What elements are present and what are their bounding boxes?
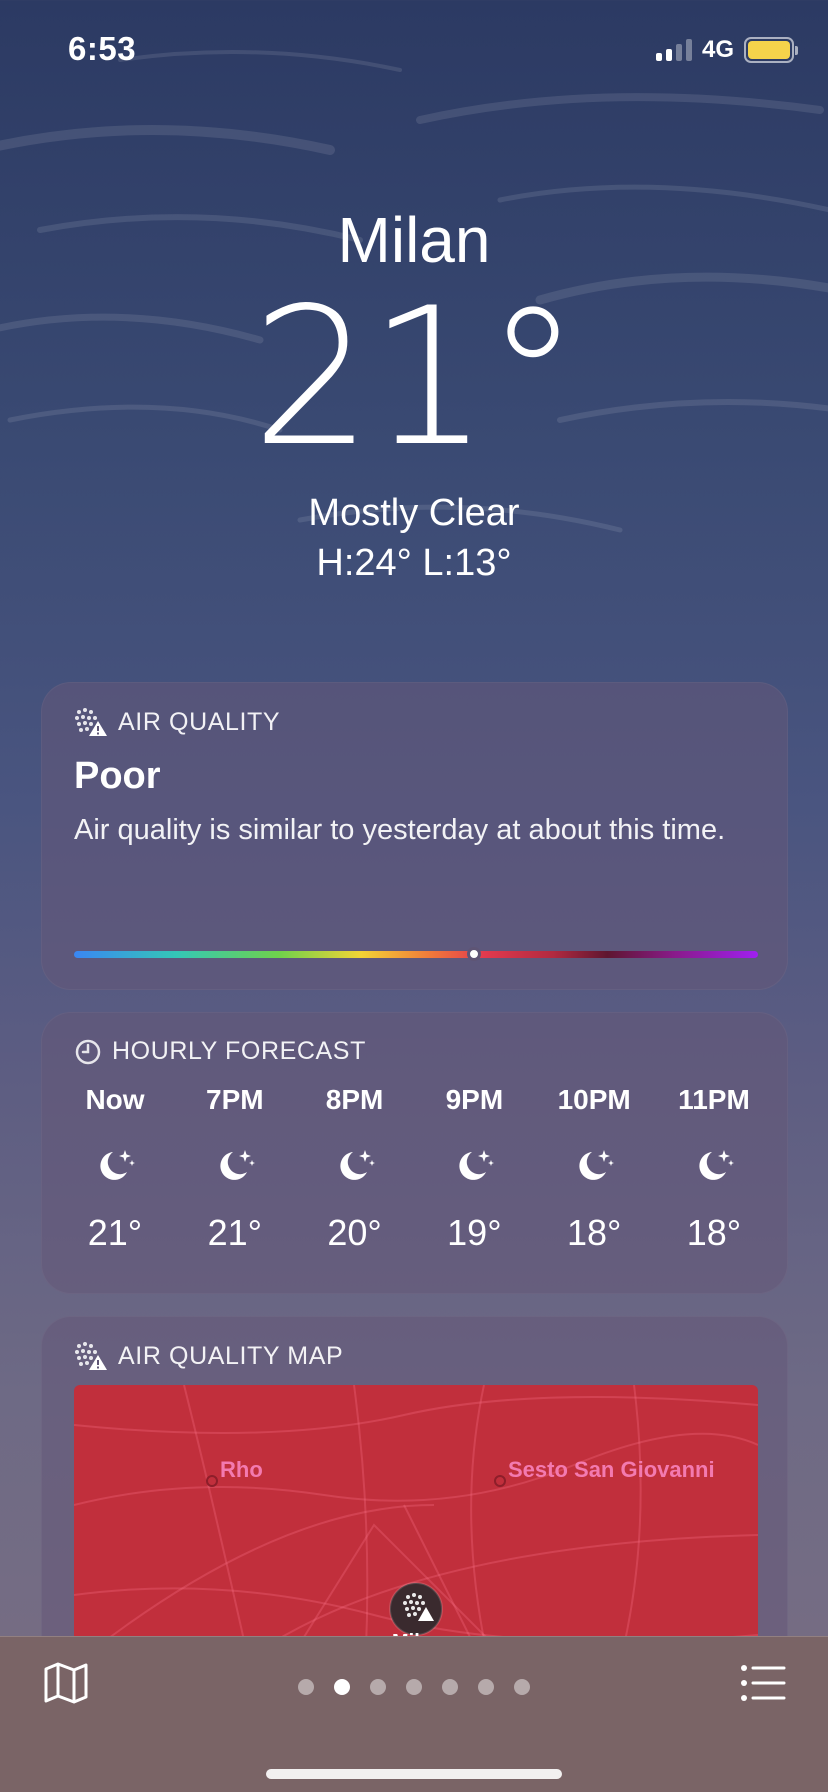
hour-label: Now <box>85 1084 145 1115</box>
hour-temperature: 18° <box>566 1212 622 1253</box>
air-quality-title: AIR QUALITY <box>118 707 281 736</box>
moon-stars-icon <box>659 1120 769 1212</box>
hour-item: 7PM 21° <box>180 1080 290 1254</box>
hour-temperature: 21° <box>87 1212 143 1253</box>
hour-label: 11PM <box>678 1084 750 1115</box>
status-icons: 4G <box>655 36 798 64</box>
moon-stars-icon <box>300 1120 410 1212</box>
hour-item: 8PM 20° <box>300 1080 410 1254</box>
map-place-rho: Rho <box>220 1457 263 1482</box>
page-dot[interactable] <box>442 1679 458 1695</box>
bottom-toolbar <box>0 1636 828 1792</box>
map-pin-rho <box>206 1475 218 1487</box>
moon-stars-icon <box>60 1120 170 1212</box>
hour-label: 10PM <box>557 1084 631 1115</box>
air-quality-level: Poor <box>74 755 161 797</box>
hour-item: Now 21° <box>60 1080 170 1254</box>
hour-label: 9PM <box>445 1084 504 1115</box>
battery-icon <box>744 37 798 63</box>
air-quality-indicator <box>467 947 482 961</box>
page-dot[interactable] <box>406 1679 422 1695</box>
map-location-marker[interactable] <box>388 1581 444 1637</box>
page-dot[interactable] <box>478 1679 494 1695</box>
high-low-temperature: H:24° L:13° <box>316 542 512 584</box>
hourly-list[interactable]: Now 21° 7PM 21° 8PM 20° 9PM 19° 10PM 18°… <box>42 1066 787 1254</box>
hour-item: 10PM 18° <box>539 1080 649 1254</box>
air-quality-icon <box>75 708 107 736</box>
hour-temperature: 20° <box>327 1212 382 1253</box>
current-weather: Milan 21° Mostly Clear H:24° L:13° <box>0 200 828 586</box>
map-place-sesto: Sesto San Giovanni <box>508 1457 715 1482</box>
page-dot[interactable] <box>514 1679 530 1695</box>
condition-text: Mostly Clear <box>308 492 520 534</box>
hour-temperature: 19° <box>447 1212 502 1253</box>
air-quality-description: Air quality is similar to yesterday at a… <box>74 814 726 846</box>
hour-label: 7PM <box>206 1084 264 1115</box>
list-icon[interactable] <box>740 1663 786 1703</box>
page-dot-active[interactable] <box>334 1679 350 1695</box>
moon-stars-icon <box>180 1120 290 1212</box>
hourly-forecast-title: HOURLY FORECAST <box>112 1037 366 1065</box>
network-type: 4G <box>701 36 734 63</box>
hourly-forecast-card[interactable]: HOURLY FORECAST Now 21° 7PM 21° 8PM 20° … <box>41 1012 788 1294</box>
air-quality-card[interactable]: AIR QUALITY Poor Air quality is similar … <box>41 682 788 990</box>
page-dot[interactable] <box>370 1679 386 1695</box>
air-quality-icon <box>75 1342 107 1370</box>
hour-label: 8PM <box>325 1084 384 1115</box>
clock-icon <box>75 1039 101 1064</box>
map-pin-sesto <box>494 1475 506 1487</box>
air-quality-map-header: AIR QUALITY MAP <box>42 1317 787 1371</box>
air-quality-header: AIR QUALITY <box>42 683 787 737</box>
air-quality-map-title: AIR QUALITY MAP <box>118 1341 344 1370</box>
moon-stars-icon <box>419 1120 529 1212</box>
page-dot[interactable] <box>298 1679 314 1695</box>
hourly-forecast-header: HOURLY FORECAST <box>42 1013 787 1066</box>
cellular-signal-icon <box>655 39 692 61</box>
hour-item: 9PM 19° <box>419 1080 529 1254</box>
home-indicator[interactable] <box>266 1769 562 1779</box>
status-time: 6:53 <box>68 30 137 67</box>
moon-stars-icon <box>539 1120 649 1212</box>
page-indicator[interactable] <box>0 1679 828 1695</box>
air-quality-scale <box>74 947 758 961</box>
current-temperature: 21° <box>251 267 581 488</box>
hour-item: 11PM 18° <box>659 1080 769 1254</box>
hour-temperature: 21° <box>207 1212 263 1253</box>
hour-temperature: 18° <box>686 1212 742 1253</box>
